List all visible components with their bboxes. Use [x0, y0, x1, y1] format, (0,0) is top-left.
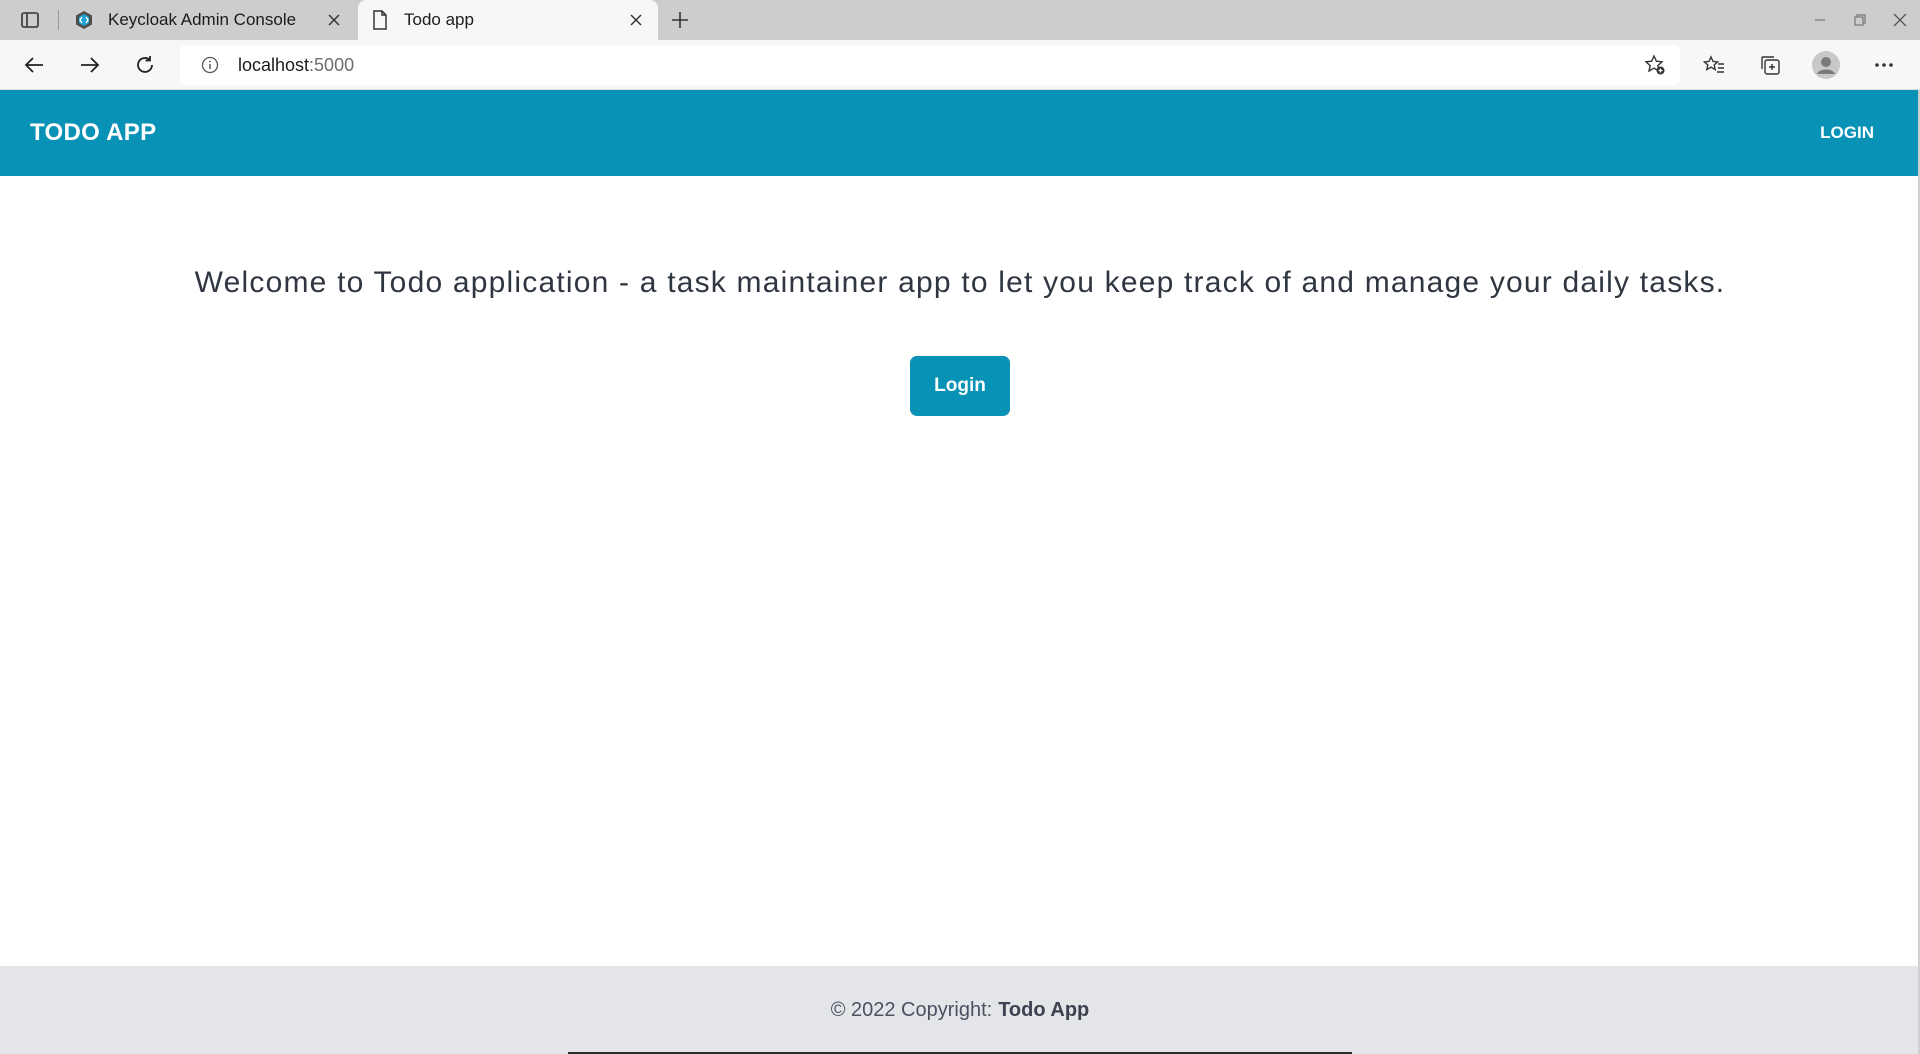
add-favorite-icon[interactable]: [1644, 54, 1666, 76]
tab-todo-app[interactable]: Todo app: [358, 0, 658, 40]
avatar[interactable]: [1810, 49, 1842, 81]
browser-tab-strip: Keycloak Admin Console Todo app: [0, 0, 1920, 40]
url-port: :5000: [309, 54, 355, 75]
tab-actions-icon[interactable]: [18, 9, 42, 31]
main-content: Welcome to Todo application - a task mai…: [0, 176, 1920, 966]
collections-icon[interactable]: [1754, 49, 1786, 81]
new-tab-icon[interactable]: [666, 6, 694, 34]
minimize-icon[interactable]: [1800, 0, 1840, 40]
top-navbar: TODO APP LOGIN: [0, 90, 1920, 176]
address-bar[interactable]: localhost:5000: [180, 45, 1680, 85]
info-icon[interactable]: [200, 55, 220, 75]
tab-title: Todo app: [404, 10, 474, 29]
footer: © 2022 Copyright: Todo App: [0, 966, 1920, 1054]
browser-toolbar: localhost:5000: [0, 40, 1920, 90]
keycloak-icon: [74, 10, 94, 30]
url-text[interactable]: localhost:5000: [238, 55, 354, 76]
page-icon: [370, 10, 390, 30]
back-arrow-icon[interactable]: [18, 49, 50, 81]
close-window-icon[interactable]: [1880, 0, 1920, 40]
footer-brand: Todo App: [998, 998, 1090, 1021]
close-tab-icon[interactable]: [622, 6, 650, 34]
tab-separator: [58, 10, 59, 30]
tab-title: Keycloak Admin Console: [108, 10, 297, 29]
forward-arrow-icon[interactable]: [74, 49, 106, 81]
login-button[interactable]: Login: [910, 356, 1010, 416]
close-tab-icon[interactable]: [320, 6, 348, 34]
refresh-icon[interactable]: [129, 49, 161, 81]
footer-copyright: © 2022 Copyright:: [830, 998, 993, 1021]
restore-icon[interactable]: [1840, 0, 1880, 40]
tab-keycloak[interactable]: Keycloak Admin Console: [62, 0, 356, 40]
more-options-icon[interactable]: [1868, 49, 1900, 81]
url-host: localhost: [238, 54, 310, 75]
navbar-brand[interactable]: TODO APP: [30, 119, 156, 147]
window-controls: [1800, 0, 1920, 40]
favorites-icon[interactable]: [1698, 49, 1730, 81]
navbar-login-link[interactable]: LOGIN: [1820, 123, 1874, 143]
welcome-heading: Welcome to Todo application - a task mai…: [194, 266, 1726, 299]
